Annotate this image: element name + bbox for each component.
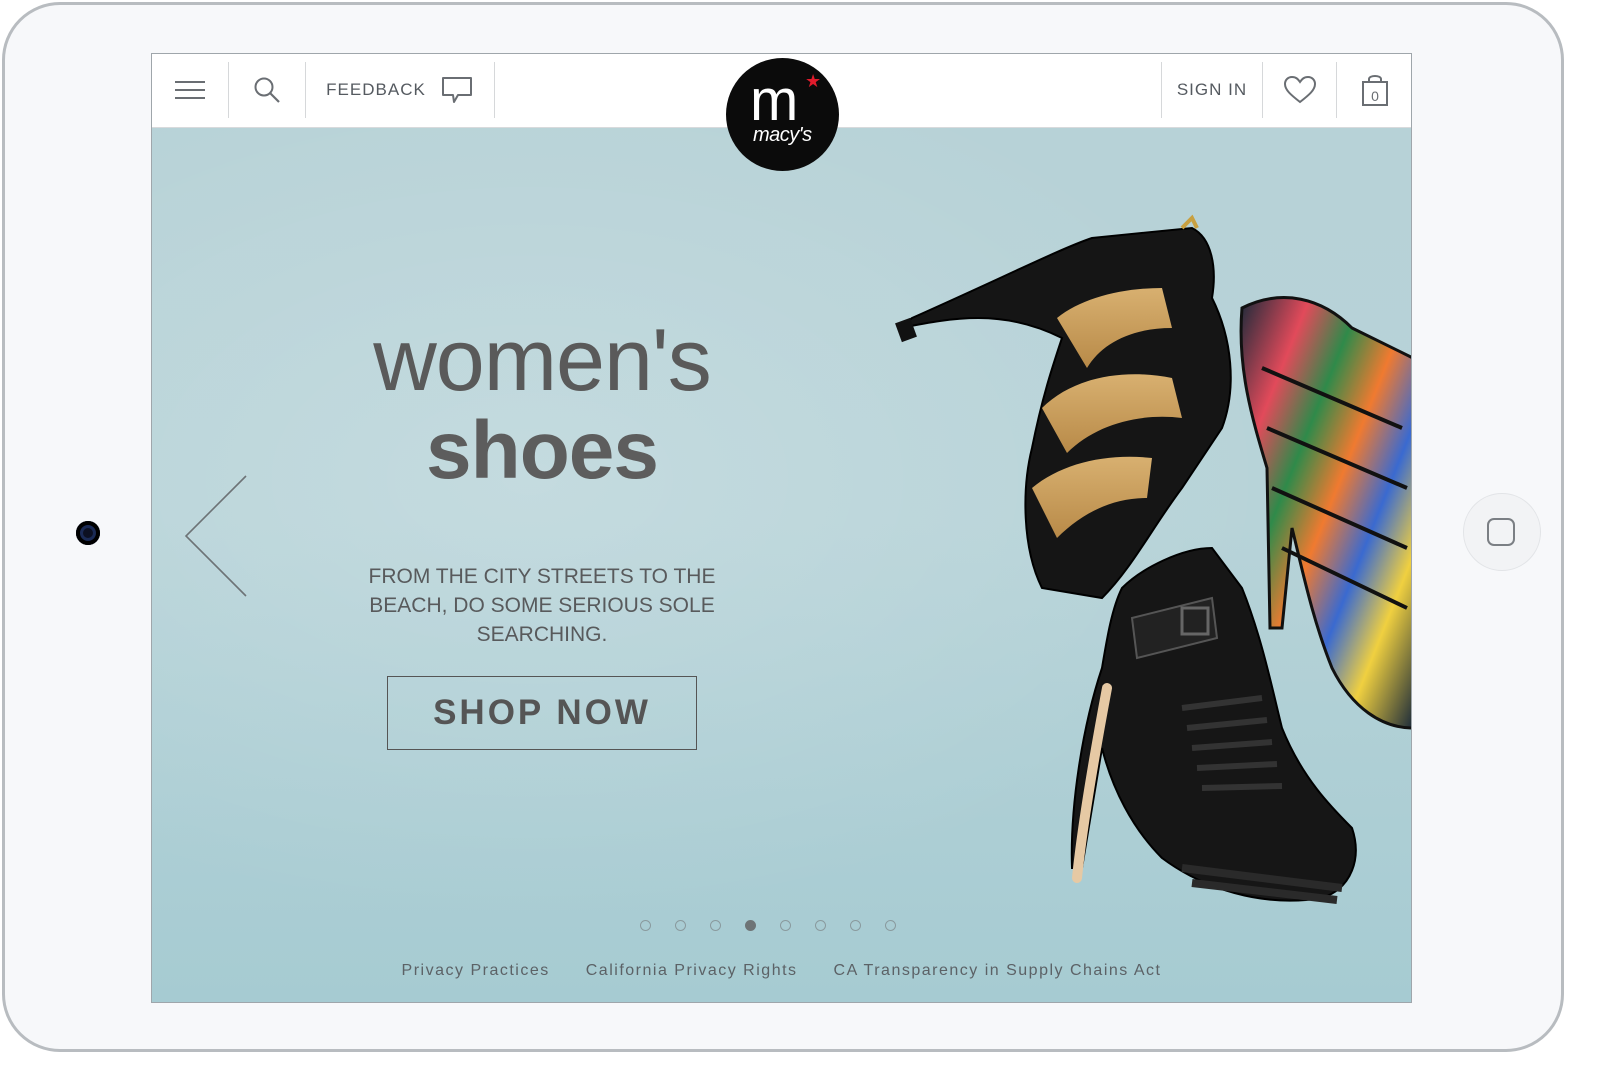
hero-headline-line1: women's [373, 310, 711, 409]
divider [494, 62, 495, 118]
feedback-button[interactable]: FEEDBACK [306, 62, 494, 118]
footer-link-privacy-practices[interactable]: Privacy Practices [402, 962, 550, 980]
footer-links: Privacy Practices California Privacy Rig… [152, 962, 1411, 980]
menu-button[interactable] [152, 62, 228, 118]
wishlist-button[interactable] [1263, 62, 1336, 118]
home-button[interactable] [1463, 493, 1541, 571]
feedback-label: FEEDBACK [326, 80, 426, 99]
carousel-dot-5[interactable] [780, 920, 791, 931]
heart-icon [1283, 75, 1316, 104]
logo-letter: m [750, 68, 799, 133]
search-button[interactable] [229, 62, 305, 118]
speech-bubble-icon [441, 77, 472, 103]
carousel-dot-7[interactable] [850, 920, 861, 931]
home-button-icon [1487, 518, 1515, 546]
carousel-pagination [640, 920, 896, 931]
footer-link-california-privacy[interactable]: California Privacy Rights [586, 962, 798, 980]
carousel-dot-1[interactable] [640, 920, 651, 931]
shopping-bag-icon: 0 [1362, 75, 1388, 106]
shop-now-button[interactable]: SHOP NOW [387, 676, 697, 750]
carousel-dot-6[interactable] [815, 920, 826, 931]
sign-in-label: SIGN IN [1176, 80, 1248, 99]
hero-headline-line2: shoes [426, 405, 659, 496]
carousel-dot-3[interactable] [710, 920, 721, 931]
carousel-dot-8[interactable] [885, 920, 896, 931]
footer-link-ca-transparency[interactable]: CA Transparency in Supply Chains Act [834, 962, 1162, 980]
bag-count: 0 [1371, 88, 1379, 104]
chevron-left-icon[interactable] [184, 474, 248, 598]
hero-banner: women's shoes FROM THE CITY STREETS TO T… [152, 128, 1411, 1002]
logo-star-icon: ★ [805, 71, 822, 91]
sign-in-button[interactable]: SIGN IN [1162, 62, 1262, 118]
shopping-bag-button[interactable]: 0 [1337, 62, 1411, 118]
carousel-dot-2[interactable] [675, 920, 686, 931]
screen: FEEDBACK SIGN IN 0 m ★ macy's women's sh… [151, 53, 1412, 1003]
macys-logo[interactable]: m ★ macy's [726, 58, 839, 171]
carousel-dot-4[interactable] [745, 920, 756, 931]
shoes-image [895, 214, 1411, 904]
search-icon [254, 77, 280, 103]
camera-icon [76, 521, 100, 545]
menu-icon [175, 81, 205, 99]
hero-subtext: FROM THE CITY STREETS TO THE BEACH, DO S… [368, 565, 716, 646]
logo-wordmark: macy's [753, 124, 812, 146]
